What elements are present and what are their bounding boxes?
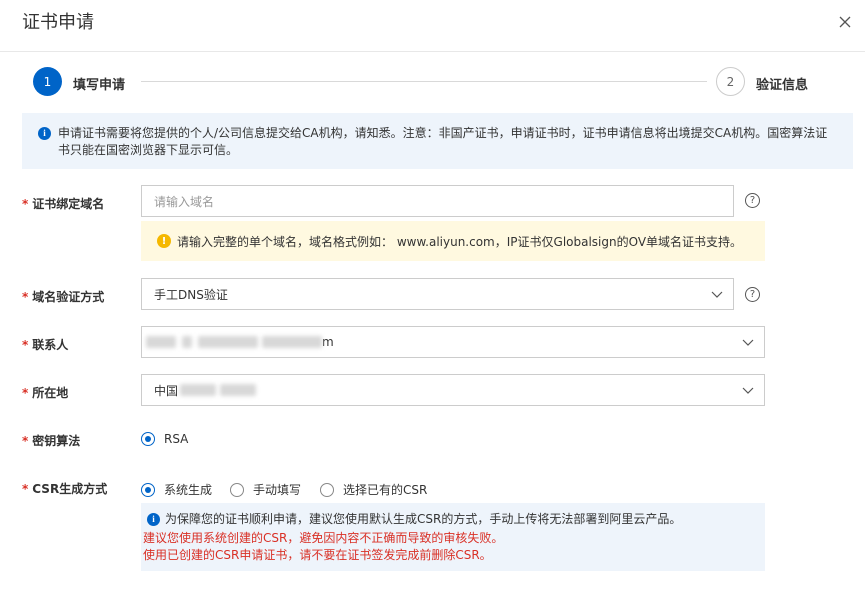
domain-placeholder: 请输入域名 (154, 194, 215, 209)
contact-label: * 联系人 (22, 338, 69, 352)
domain-warning: ! 请输入完整的单个域名，域名格式例如： www.aliyun.com，IP证书… (141, 221, 765, 261)
chevron-down-icon (742, 339, 754, 346)
domain-warning-text: 请输入完整的单个域名，域名格式例如： www.aliyun.com，IP证书仅G… (177, 234, 743, 249)
key-algorithm-label: * 密钥算法 (22, 434, 81, 448)
radio-system-generate[interactable]: 系统生成 (141, 481, 212, 498)
radio-indicator (320, 482, 334, 497)
radio-existing-csr[interactable]: 选择已有的CSR (320, 481, 427, 498)
radio-manual-fill-label: 手动填写 (253, 483, 302, 497)
chevron-down-icon (742, 387, 754, 394)
verify-method-value: 手工DNS验证 (154, 287, 228, 302)
csr-tip-box: i 为保障您的证书顺利申请，建议您使用默认生成CSR的方式，手动上传将无法部署到… (141, 503, 765, 571)
verify-method-help-icon[interactable]: ? (745, 287, 760, 302)
dialog-title: 证书申请 (22, 12, 94, 33)
radio-rsa[interactable]: RSA (141, 432, 188, 446)
csr-red-tip-1: 建议您使用系统创建的CSR，避免因内容不正确而导致的审核失败。 (143, 531, 504, 545)
notice-text: 申请证书需要将您提供的个人/公司信息提交给CA机构，请知悉。注意：非国产证书，申… (58, 126, 828, 157)
radio-indicator (141, 432, 155, 446)
location-select[interactable]: 中国 (141, 374, 765, 406)
verify-method-label: * 域名验证方式 (22, 290, 105, 304)
step-1-number: 1 (33, 67, 62, 96)
domain-label: * 证书绑定域名 (22, 197, 105, 211)
chevron-down-icon (711, 291, 723, 298)
location-value-prefix: 中国 (154, 383, 179, 398)
step-2-number: 2 (716, 67, 745, 96)
step-2-label: 验证信息 (756, 78, 809, 93)
domain-input[interactable]: 请输入域名 (141, 185, 734, 217)
redacted-text (146, 336, 176, 348)
radio-indicator (230, 482, 244, 497)
info-icon: i (38, 127, 51, 140)
verify-method-select[interactable]: 手工DNS验证 (141, 278, 734, 310)
redacted-text (182, 336, 192, 348)
step-indicator: 1 填写申请 2 验证信息 (33, 67, 833, 99)
redacted-text (220, 384, 257, 396)
step-connector (141, 81, 707, 82)
csr-tip-text: 为保障您的证书顺利申请，建议您使用默认生成CSR的方式，手动上传将无法部署到阿里… (165, 512, 682, 526)
radio-system-generate-label: 系统生成 (164, 483, 213, 497)
warning-icon: ! (157, 234, 171, 248)
radio-manual-fill[interactable]: 手动填写 (230, 481, 301, 498)
radio-rsa-label: RSA (164, 432, 189, 446)
radio-existing-csr-label: 选择已有的CSR (343, 483, 428, 497)
redacted-text (180, 384, 217, 396)
radio-indicator (141, 482, 155, 497)
notice-banner: i 申请证书需要将您提供的个人/公司信息提交给CA机构，请知悉。注意：非国产证书… (22, 113, 853, 169)
redacted-text (198, 336, 258, 348)
dialog-header: 证书申请 (0, 0, 865, 52)
csr-method-label: * CSR生成方式 (22, 482, 108, 496)
info-icon: i (147, 513, 160, 526)
redacted-text (262, 336, 322, 348)
close-icon[interactable] (837, 14, 853, 30)
location-label: * 所在地 (22, 386, 69, 400)
csr-red-tip-2: 使用已创建的CSR申请证书，请不要在证书签发完成前删除CSR。 (143, 548, 492, 562)
domain-help-icon[interactable]: ? (745, 193, 760, 208)
step-1-label: 填写申请 (73, 78, 126, 93)
contact-value-suffix: m (322, 335, 334, 349)
contact-select[interactable]: m (141, 326, 765, 358)
